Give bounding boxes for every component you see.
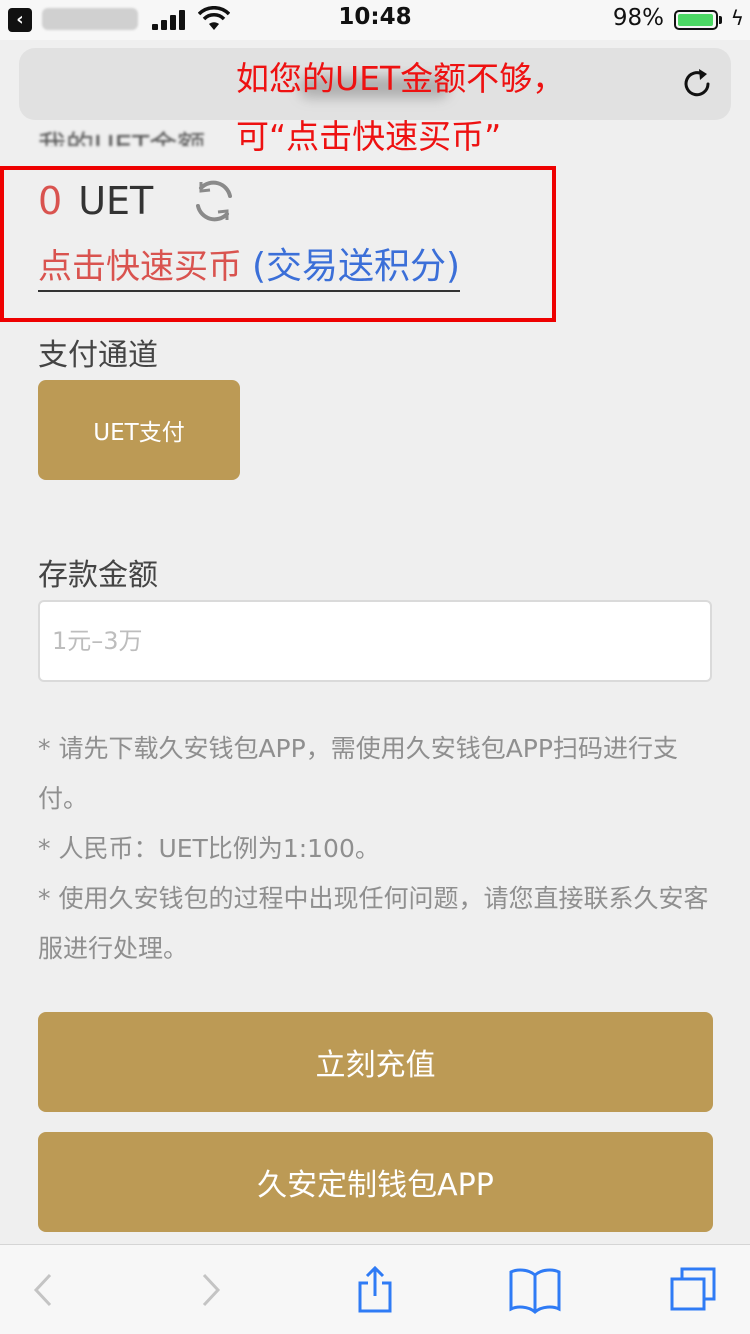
annotation-line-2: 可“点击快速买币” [236, 117, 502, 156]
back-arrow-icon[interactable] [18, 1265, 68, 1315]
share-icon[interactable] [350, 1265, 400, 1315]
quick-buy-bonus: (交易送积分) [252, 246, 461, 287]
recharge-button[interactable]: 立刻充值 [38, 1012, 713, 1112]
battery-icon [674, 10, 718, 30]
note-item: * 请先下载久安钱包APP，需使用久安钱包APP扫码进行支付。 [38, 734, 678, 813]
battery-cap [719, 16, 722, 24]
tabs-icon[interactable] [668, 1265, 718, 1315]
note-item: * 人民币：UET比例为1:100。 [38, 834, 380, 863]
quick-buy-label: 点击快速买币 [38, 246, 242, 287]
charging-icon: ϟ [730, 6, 744, 30]
reload-icon[interactable] [679, 66, 715, 102]
notes: * 请先下载久安钱包APP，需使用久安钱包APP扫码进行支付。 * 人民币：UE… [38, 724, 718, 974]
balance-value: 0 [38, 179, 63, 223]
forward-arrow-icon[interactable] [186, 1265, 236, 1315]
note-item: * 使用久安钱包的过程中出现任何问题，请您直接联系久安客服进行处理。 [38, 884, 709, 963]
balance-label-obscured: 我的UET金额 [38, 129, 206, 146]
payment-channel-label: 支付通道 [38, 338, 158, 373]
bookmarks-icon[interactable] [508, 1265, 562, 1315]
browser-toolbar [0, 1244, 750, 1334]
quick-buy-link[interactable]: 点击快速买币 (交易送积分) [38, 236, 461, 292]
deposit-amount-label: 存款金额 [38, 558, 158, 593]
uet-payment-button[interactable]: UET支付 [38, 380, 240, 480]
annotation-line-1: 如您的UET金额不够， [236, 59, 566, 98]
refresh-icon[interactable] [189, 176, 239, 226]
battery-percent: 98% [612, 5, 664, 31]
deposit-amount-input[interactable] [38, 600, 712, 682]
status-bar: ‹ 10:48 98% ϟ [0, 0, 750, 40]
balance-unit: UET [78, 179, 154, 223]
wallet-app-button[interactable]: 久安定制钱包APP [38, 1132, 713, 1232]
balance-display: 0 UET [38, 178, 239, 224]
